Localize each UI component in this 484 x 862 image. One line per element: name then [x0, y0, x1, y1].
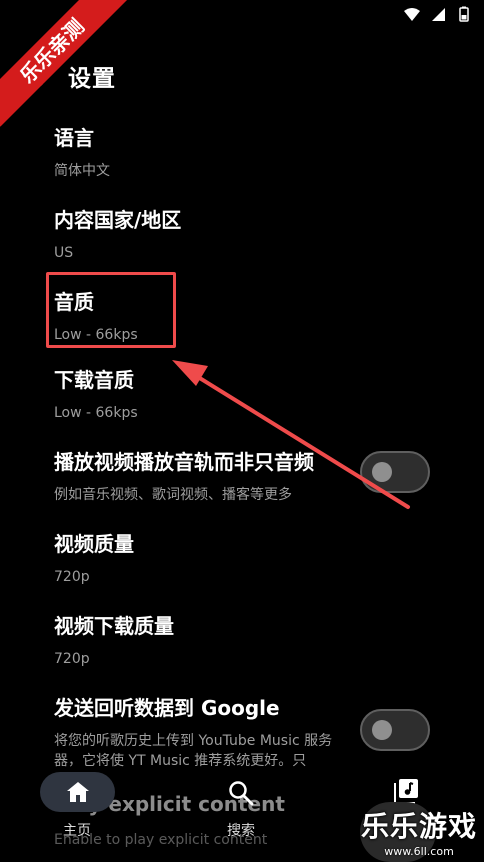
setting-value: US: [54, 245, 74, 261]
setting-title: 内容国家/地区: [54, 208, 182, 232]
watermark: 乐乐游戏 www.6ll.com: [360, 805, 478, 858]
highlight-box: [46, 272, 176, 348]
setting-title: 视频质量: [54, 532, 134, 556]
signal-icon: [432, 8, 445, 21]
search-icon[interactable]: [228, 780, 254, 806]
setting-value: 720p: [54, 569, 90, 585]
setting-title: 视频下载质量: [54, 614, 174, 638]
toggle-knob: [372, 462, 392, 482]
setting-download-audio-quality[interactable]: 下载音质 Low - 66kps: [54, 364, 474, 423]
setting-video-quality[interactable]: 视频质量 720p: [54, 528, 474, 587]
setting-region[interactable]: 内容国家/地区 US: [54, 204, 474, 263]
toggle-knob: [372, 720, 392, 740]
promo-ribbon: 乐乐亲测: [0, 0, 130, 130]
wifi-icon: [404, 8, 420, 21]
send-history-toggle[interactable]: [360, 709, 430, 751]
nav-home-label[interactable]: 主页: [63, 820, 91, 840]
library-icon[interactable]: [394, 778, 420, 804]
nav-home-button[interactable]: [40, 772, 115, 812]
battery-icon: [459, 6, 469, 22]
watermark-main: 乐乐游戏: [360, 810, 477, 843]
setting-title: 下载音质: [54, 368, 134, 392]
setting-value: 简体中文: [54, 163, 110, 179]
video-playback-toggle[interactable]: [360, 451, 430, 493]
setting-language[interactable]: 语言 简体中文: [54, 122, 474, 181]
home-icon: [66, 782, 89, 802]
setting-value: 720p: [54, 651, 90, 667]
watermark-url: www.6ll.com: [384, 845, 454, 858]
setting-video-download-quality[interactable]: 视频下载质量 720p: [54, 610, 474, 669]
ribbon-label: 乐乐亲测: [0, 0, 128, 127]
setting-value: Low - 66kps: [54, 405, 138, 421]
nav-search-label[interactable]: 搜索: [227, 820, 255, 840]
